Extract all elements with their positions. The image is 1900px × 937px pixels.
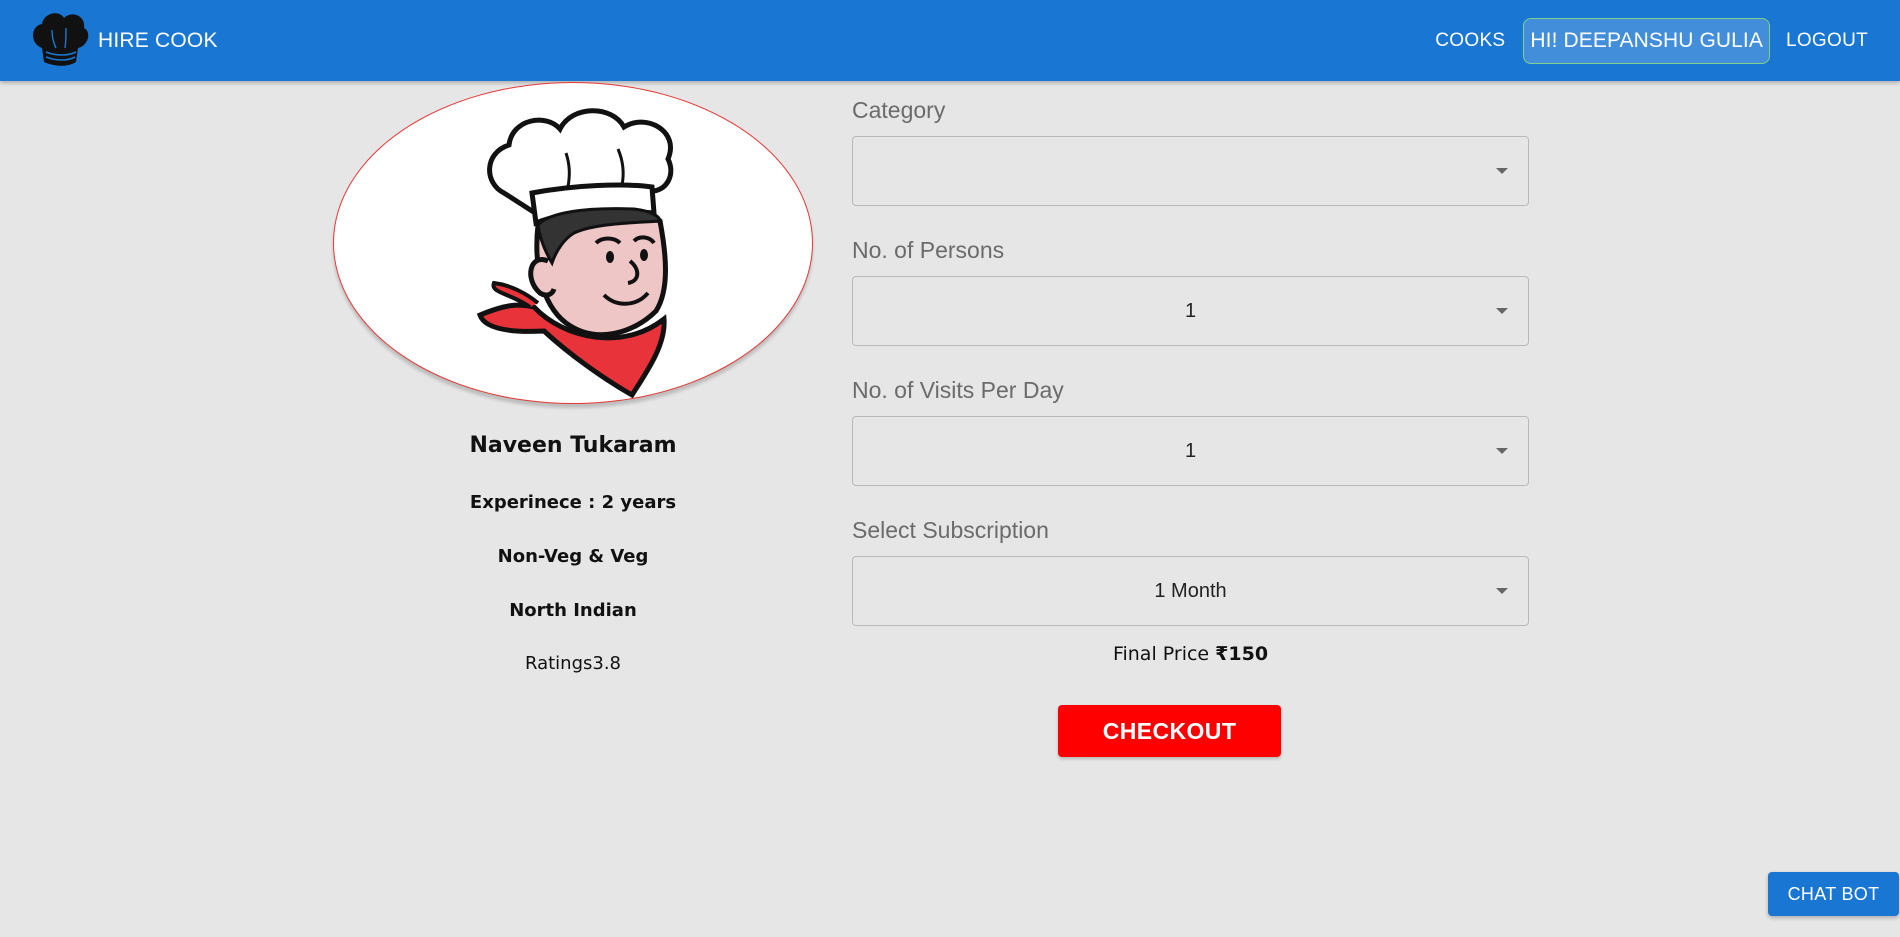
category-label: Category	[852, 97, 946, 123]
persons-select[interactable]: 1	[852, 276, 1529, 346]
checkout-button[interactable]: CHECKOUT	[1058, 705, 1281, 757]
chef-illustration	[476, 108, 674, 399]
persons-label: No. of Persons	[852, 237, 1005, 263]
brand-title: HIRE COOK	[98, 29, 218, 52]
cook-rating: Ratings3.8	[524, 653, 622, 674]
final-price: Final Price ₹150	[852, 643, 1529, 665]
chevron-down-icon	[1496, 448, 1508, 454]
visits-value: 1	[1184, 439, 1197, 462]
cook-name: Naveen Tukaram	[469, 433, 677, 458]
nav-user-button[interactable]: HI! DEEPANSHU GULIA	[1523, 17, 1770, 64]
category-select[interactable]	[852, 136, 1529, 206]
persons-value: 1	[1184, 299, 1197, 322]
subscription-label: Select Subscription	[852, 517, 1049, 543]
subscription-value: 1 Month	[1154, 579, 1227, 602]
cook-avatar	[333, 82, 813, 404]
brand[interactable]: HIRE COOK	[28, 10, 218, 72]
cook-food-type: Non-Veg & Veg	[497, 546, 649, 567]
nav-cooks-button[interactable]: COOKS	[1423, 22, 1517, 60]
chevron-down-icon	[1496, 308, 1508, 314]
chevron-down-icon	[1496, 588, 1508, 594]
final-price-value: ₹150	[1215, 643, 1269, 665]
visits-label: No. of Visits Per Day	[852, 377, 1064, 403]
chat-bot-button[interactable]: CHAT BOT	[1768, 872, 1899, 916]
final-price-label: Final Price	[1112, 643, 1216, 665]
cook-cuisine: North Indian	[509, 600, 637, 621]
chevron-down-icon	[1496, 168, 1508, 174]
chef-hat-icon	[28, 8, 92, 75]
subscription-select[interactable]: 1 Month	[852, 556, 1529, 626]
top-nav: COOKS HI! DEEPANSHU GULIA LOGOUT	[1423, 0, 1900, 81]
cook-experience: Experinece : 2 years	[469, 492, 677, 513]
app-bar: HIRE COOK COOKS HI! DEEPANSHU GULIA LOGO…	[0, 0, 1900, 81]
nav-logout-button[interactable]: LOGOUT	[1774, 22, 1880, 60]
visits-select[interactable]: 1	[852, 416, 1529, 486]
